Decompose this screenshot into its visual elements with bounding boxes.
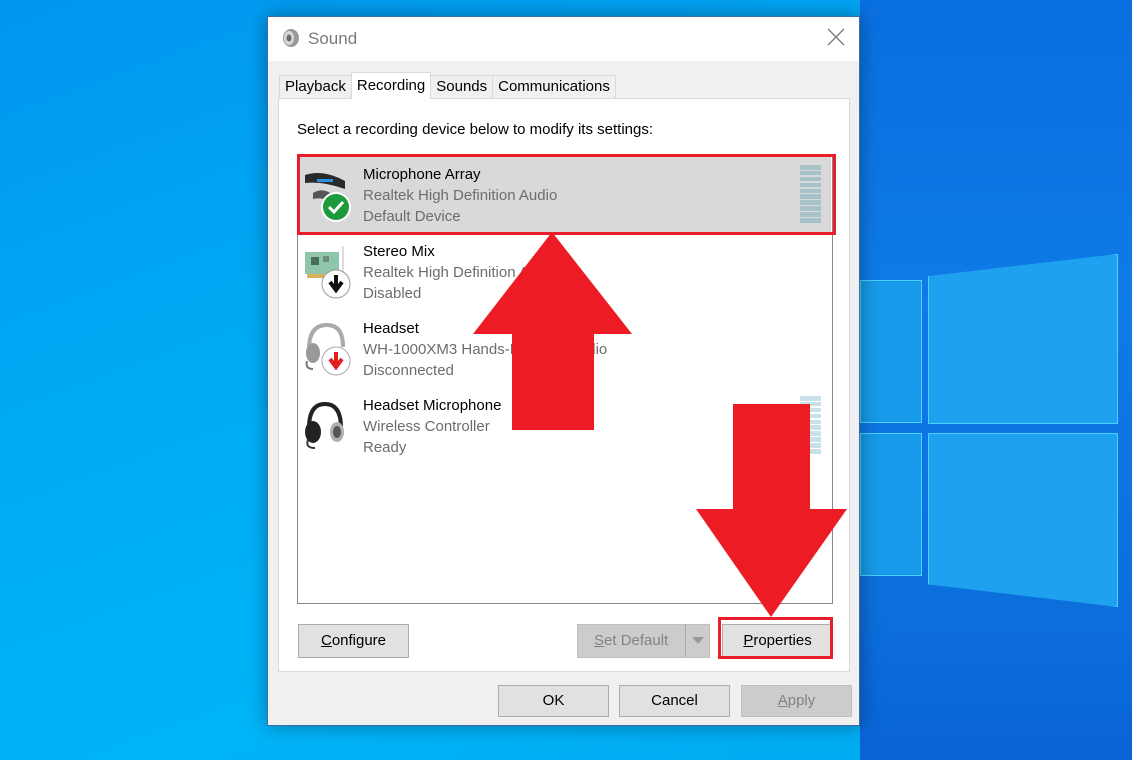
configure-accesskey: C <box>320 632 332 649</box>
ok-button[interactable]: OK <box>498 685 609 717</box>
recording-device-list[interactable]: Microphone Array Realtek High Definition… <box>297 155 833 604</box>
window-title: Sound <box>308 29 358 48</box>
logo-pane <box>860 433 922 576</box>
level-meter <box>800 165 821 225</box>
level-meter <box>800 396 821 456</box>
sound-card-icon <box>303 244 351 302</box>
logo-pane <box>928 433 1118 607</box>
close-button[interactable] <box>813 17 859 61</box>
device-description: Realtek High Definition Audio <box>363 187 558 204</box>
set-default-accesskey: S <box>594 632 605 649</box>
chevron-down-icon <box>691 625 704 657</box>
apply-label: pply <box>787 692 816 709</box>
configure-label: onfigure <box>331 632 387 649</box>
logo-pane <box>860 280 922 423</box>
device-item-headset[interactable]: Headset WH-1000XM3 Hands-Free AG Audio D… <box>299 311 831 386</box>
headset-icon <box>303 398 351 456</box>
device-name: Stereo Mix <box>363 243 435 260</box>
set-default-label: et Default <box>604 632 669 649</box>
microphone-array-icon <box>303 167 351 225</box>
tab-recording[interactable]: Recording <box>350 72 432 99</box>
device-description: Wireless Controller <box>363 418 490 435</box>
set-default-dropdown[interactable] <box>685 625 709 657</box>
apply-accesskey: A <box>777 692 788 709</box>
sound-dialog: Sound Playback Recording Sounds Communic… <box>267 16 860 726</box>
device-item-headset-microphone[interactable]: Headset Microphone Wireless Controller R… <box>299 388 831 463</box>
device-description: WH-1000XM3 Hands-Free AG Audio <box>363 341 608 358</box>
headset-icon <box>303 321 351 379</box>
configure-button[interactable]: Configure <box>298 624 409 658</box>
device-status: Default Device <box>363 208 461 225</box>
device-name: Headset Microphone <box>363 397 502 414</box>
speaker-icon <box>282 28 300 48</box>
ok-label: OK <box>542 692 565 709</box>
properties-button[interactable]: Properties <box>722 624 833 658</box>
properties-label: roperties <box>753 632 812 649</box>
tab-strip: Playback Recording Sounds Communications <box>279 72 616 99</box>
tab-playback[interactable]: Playback <box>279 75 352 99</box>
device-description: Realtek High Definition Audio <box>363 264 558 281</box>
logo-pane <box>928 254 1118 424</box>
windows-logo-wallpaper <box>860 200 1132 620</box>
device-status: Disabled <box>363 285 422 302</box>
instruction-text: Select a recording device below to modif… <box>297 121 654 138</box>
title-bar[interactable]: Sound <box>268 17 859 61</box>
device-name: Microphone Array <box>363 166 481 183</box>
tab-communications[interactable]: Communications <box>492 75 616 99</box>
properties-accesskey: P <box>743 632 754 649</box>
apply-button[interactable]: Apply <box>741 685 852 717</box>
cancel-button[interactable]: Cancel <box>619 685 730 717</box>
device-item-microphone-array[interactable]: Microphone Array Realtek High Definition… <box>299 157 831 232</box>
close-icon <box>827 28 845 51</box>
recording-panel: Select a recording device below to modif… <box>278 98 850 672</box>
device-status: Ready <box>363 439 407 456</box>
cancel-label: Cancel <box>651 692 698 709</box>
set-default-button[interactable]: Set Default <box>577 624 710 658</box>
device-item-stereo-mix[interactable]: Stereo Mix Realtek High Definition Audio… <box>299 234 831 309</box>
device-status: Disconnected <box>363 362 454 379</box>
device-name: Headset <box>363 320 419 337</box>
tab-sounds[interactable]: Sounds <box>430 75 494 99</box>
